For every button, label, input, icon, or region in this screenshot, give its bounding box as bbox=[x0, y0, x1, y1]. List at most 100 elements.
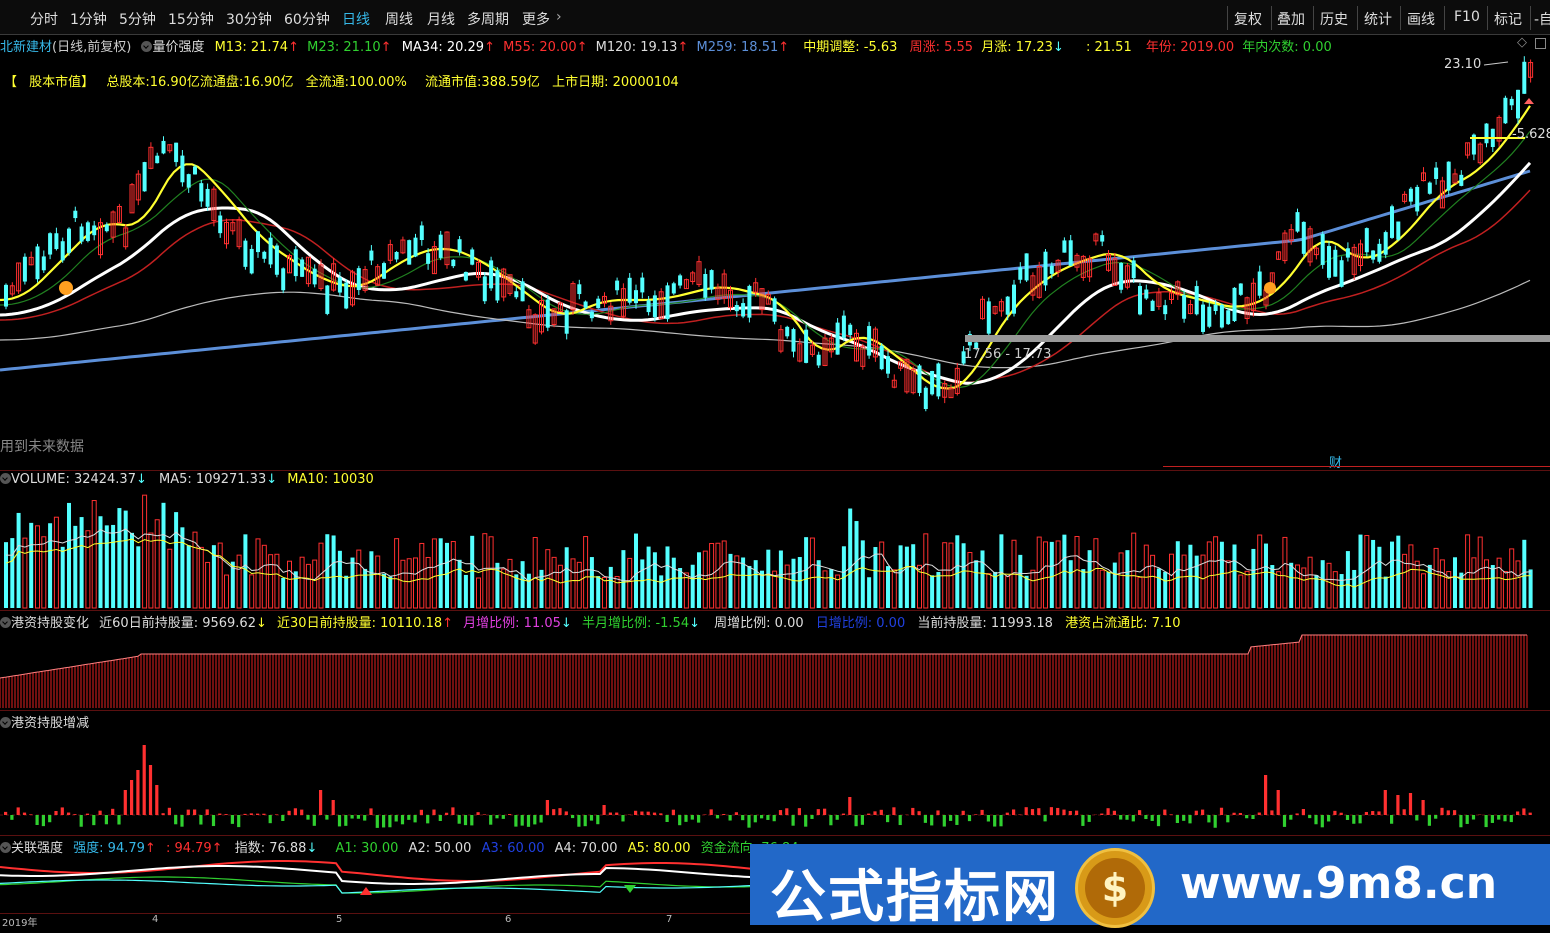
delta-bar-up bbox=[1037, 808, 1040, 815]
candle-body bbox=[325, 285, 329, 313]
volume-chart[interactable] bbox=[0, 490, 1550, 610]
candle-body bbox=[338, 278, 342, 293]
volume-bar bbox=[332, 535, 336, 608]
delta-bar-down bbox=[943, 815, 946, 827]
candle-body bbox=[155, 156, 159, 163]
volume-bar bbox=[1094, 539, 1098, 608]
hk-change-header: 港资持股变化 近60日前持股量: 9569.62↓ 近30日前持股量: 1011… bbox=[0, 612, 1181, 631]
volume-bar bbox=[243, 534, 247, 608]
hk-day-ratio: 日增比例: 0.00 bbox=[816, 616, 905, 631]
candle-body bbox=[773, 298, 777, 321]
volume-bar bbox=[999, 534, 1003, 608]
candle-body bbox=[1428, 183, 1432, 194]
delta-bar-up bbox=[1258, 813, 1261, 815]
range-label: 17.56 - 17.73 bbox=[964, 347, 1051, 362]
candle-body bbox=[1132, 260, 1136, 278]
candle-body bbox=[489, 260, 493, 288]
volume-bar bbox=[590, 557, 594, 608]
finance-marker[interactable]: 财 bbox=[1329, 452, 1342, 471]
delta-bar-up bbox=[1138, 810, 1141, 815]
volume-bar bbox=[640, 559, 644, 608]
delta-bar-up bbox=[1365, 812, 1368, 815]
volume-bar bbox=[1144, 545, 1148, 608]
candle-body bbox=[143, 162, 147, 191]
hk-month-ratio: 月增比例: 11.05 bbox=[463, 616, 561, 631]
delta-bar-down bbox=[344, 815, 347, 826]
delta-bar-down bbox=[502, 815, 505, 819]
dropdown-icon[interactable] bbox=[0, 717, 11, 728]
delta-bar-down bbox=[426, 815, 429, 823]
candle-body bbox=[792, 329, 796, 352]
volume-bar bbox=[691, 565, 695, 608]
delta-bar-up bbox=[332, 800, 335, 815]
delta-bar-up bbox=[445, 813, 448, 815]
volume-bar bbox=[86, 531, 90, 608]
hk-delta-chart[interactable] bbox=[0, 730, 1550, 835]
dropdown-icon[interactable] bbox=[0, 473, 11, 484]
hk-week-ratio: 周增比例: 0.00 bbox=[714, 616, 803, 631]
arrow-up-icon bbox=[360, 887, 372, 895]
svg-text:$: $ bbox=[1102, 866, 1128, 910]
volume-bar bbox=[1031, 570, 1035, 608]
volume-bar bbox=[67, 503, 71, 608]
volume-bar bbox=[659, 575, 663, 608]
volume-bar bbox=[1308, 557, 1312, 608]
volume-bar bbox=[1163, 572, 1167, 608]
volume-bar bbox=[584, 537, 588, 608]
delta-bar-down bbox=[1214, 815, 1217, 828]
volume-bar bbox=[414, 558, 418, 608]
delta-bar-down bbox=[804, 815, 807, 827]
dropdown-icon[interactable] bbox=[0, 842, 11, 853]
hk-holding-chart[interactable] bbox=[0, 630, 1550, 710]
volume-bar bbox=[1264, 544, 1268, 608]
delta-bar-down bbox=[521, 815, 524, 826]
delta-bar-down bbox=[949, 815, 952, 821]
delta-bar-down bbox=[861, 815, 864, 825]
delta-bar-up bbox=[1220, 808, 1223, 815]
delta-bar-down bbox=[1308, 815, 1311, 818]
volume-bar bbox=[1069, 560, 1073, 608]
volume-bar bbox=[1207, 542, 1211, 608]
candle-body bbox=[836, 323, 840, 355]
support-band bbox=[965, 335, 1550, 342]
delta-bar-up bbox=[1006, 813, 1009, 815]
volume-bar bbox=[880, 542, 884, 608]
delta-bar-up bbox=[603, 805, 606, 815]
delta-bar-up bbox=[911, 808, 914, 815]
delta-bar-up bbox=[124, 790, 127, 815]
volume-bar bbox=[42, 537, 46, 608]
delta-bar-down bbox=[1251, 815, 1254, 819]
volume-bar bbox=[697, 552, 701, 608]
volume-bar bbox=[376, 556, 380, 608]
delta-bar-down bbox=[1151, 815, 1154, 821]
delta-bar-up bbox=[1018, 814, 1021, 815]
candle-body bbox=[67, 229, 71, 253]
relation-header: 关联强度 强度: 94.79↑ : 94.79↑ 指数: 76.88↓ A1: … bbox=[0, 837, 798, 856]
volume-bar bbox=[351, 558, 355, 608]
volume-bar bbox=[61, 547, 65, 608]
delta-bar-up bbox=[4, 812, 7, 815]
delta-bar-up bbox=[1075, 811, 1078, 815]
delta-bar-up bbox=[918, 811, 921, 815]
delta-bar-up bbox=[508, 814, 511, 815]
candle-body bbox=[710, 270, 714, 290]
candle-body bbox=[867, 326, 871, 356]
candle-body bbox=[514, 291, 518, 297]
volume-bar bbox=[678, 568, 682, 608]
delta-bar-down bbox=[678, 815, 681, 825]
volume-bar bbox=[407, 559, 411, 608]
delta-bar-up bbox=[798, 808, 801, 815]
high-label: 23.10 bbox=[1444, 57, 1481, 72]
delta-bar-down bbox=[987, 815, 990, 822]
delta-bar-up bbox=[659, 813, 662, 815]
delta-bar-down bbox=[325, 815, 328, 820]
pane-divider bbox=[0, 610, 1550, 611]
delta-bar-up bbox=[552, 809, 555, 815]
candle-body bbox=[1390, 206, 1394, 238]
candle-body bbox=[262, 252, 266, 259]
delta-bar-up bbox=[653, 813, 656, 815]
volume-bar bbox=[445, 543, 449, 608]
dropdown-icon[interactable] bbox=[0, 617, 11, 628]
price-chart[interactable] bbox=[0, 0, 1550, 470]
ma-23-line bbox=[0, 131, 1530, 387]
